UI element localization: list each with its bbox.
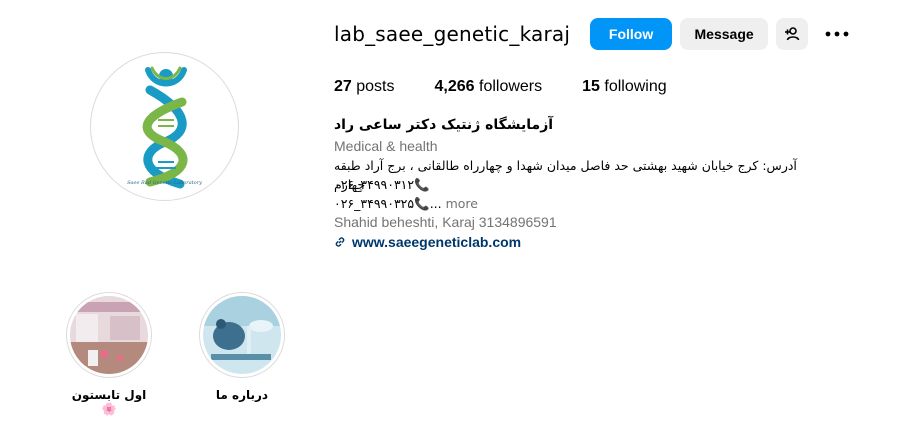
bio-more-link[interactable]: more	[446, 196, 478, 211]
followers-label: followers	[479, 78, 543, 95]
more-options-icon	[825, 31, 849, 37]
suggested-accounts-button[interactable]	[776, 18, 809, 50]
phone-number-1: ۰۲۶_۳۴۹۹۰۳۱۲	[334, 177, 415, 192]
follow-button[interactable]: Follow	[590, 18, 673, 50]
posts-count: 27	[334, 78, 352, 95]
following-label: following	[604, 78, 667, 95]
profile-avatar[interactable]: Saee Rad Genetic Laboratory	[90, 52, 239, 201]
link-icon	[335, 237, 345, 247]
highlight-item[interactable]: اول تابستون🌸	[65, 292, 153, 416]
profile-header: lab_saee_genetic_karaj Follow Message	[334, 18, 854, 50]
phone-icon: 📞	[414, 196, 430, 211]
bio-phone-line-2: ۰۲۶_۳۴۹۹۰۳۲۵📞... more	[334, 196, 478, 211]
highlight-label: اول تابستون🌸	[71, 388, 147, 416]
followers-stat[interactable]: 4,266 followers	[435, 78, 543, 96]
person-add-icon	[785, 27, 800, 41]
profile-bio: آزمایشگاه ژنتیک دکتر ساعی راد Medical & …	[334, 117, 804, 252]
category-label: Medical & health	[334, 138, 438, 154]
dna-logo-icon	[142, 66, 187, 188]
message-button[interactable]: Message	[680, 18, 769, 50]
highlight-ring	[66, 292, 152, 378]
posts-label: posts	[356, 78, 395, 95]
bio-address-line: آدرس: کرج خیابان شهید بهشتی حد فاصل میدا…	[334, 158, 797, 192]
following-count: 15	[582, 78, 600, 95]
highlight-cover	[70, 296, 148, 374]
website-link[interactable]: www.saeegeneticlab.com	[334, 232, 804, 252]
highlight-label: درباره ما	[215, 388, 269, 402]
website-url: www.saeegeneticlab.com	[352, 234, 522, 250]
avatar-caption: Saee Rad Genetic Laboratory	[127, 180, 202, 186]
full-name: آزمایشگاه ژنتیک دکتر ساعی راد	[334, 117, 554, 133]
profile-stats: 27 posts 4,266 followers 15 following	[334, 78, 707, 96]
business-address[interactable]: Shahid beheshti, Karaj 3134896591	[334, 213, 804, 232]
bio-phone-line-1: ۰۲۶_۳۴۹۹۰۳۱۲📞	[334, 175, 804, 194]
followers-count: 4,266	[434, 78, 475, 95]
following-stat[interactable]: 15 following	[582, 78, 667, 96]
phone-icon: 📞	[414, 177, 430, 192]
phone-number-2: ۰۲۶_۳۴۹۹۰۳۲۵	[334, 196, 415, 211]
highlight-ring	[199, 292, 285, 378]
highlight-item[interactable]: درباره ما	[198, 292, 286, 402]
highlight-cover	[203, 296, 281, 374]
more-options-button[interactable]	[820, 18, 854, 50]
posts-stat: 27 posts	[334, 78, 395, 96]
username: lab_saee_genetic_karaj	[334, 22, 571, 46]
